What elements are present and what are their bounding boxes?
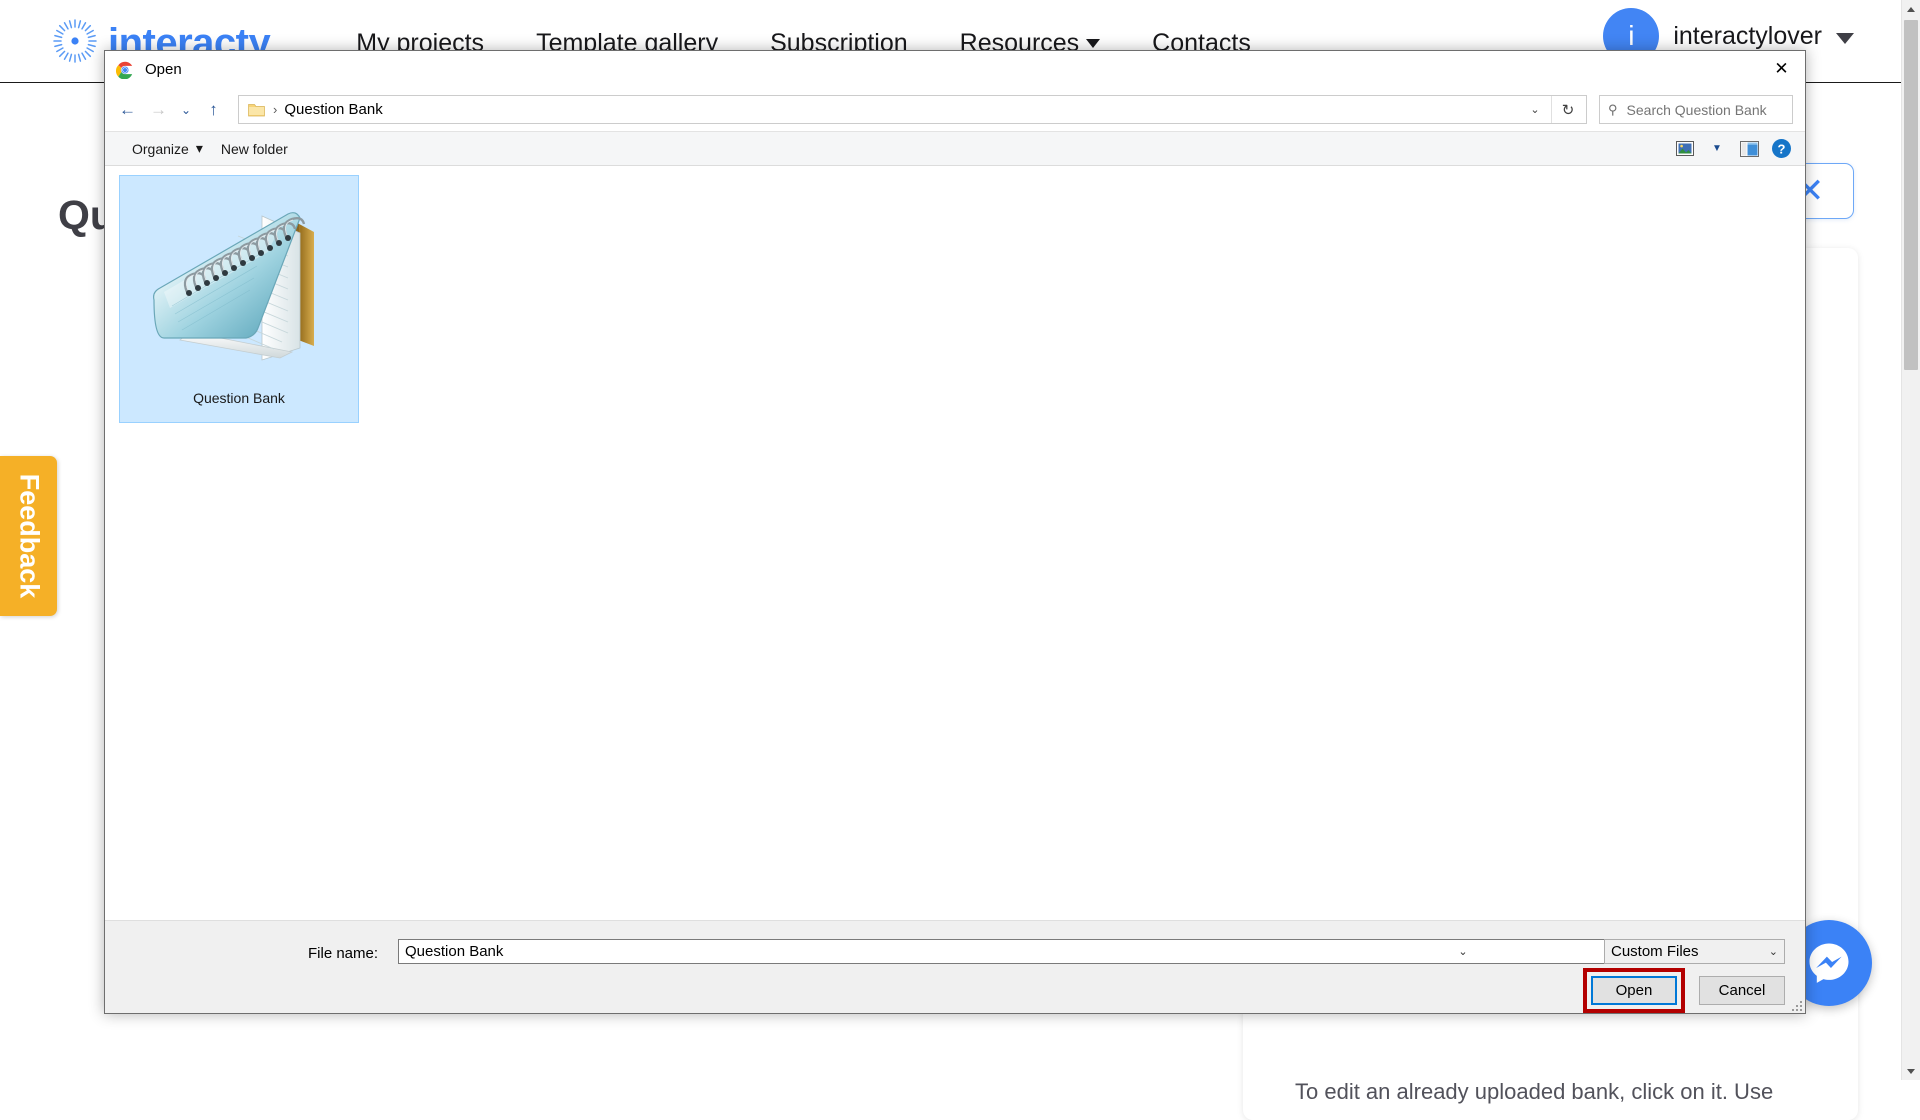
file-type-select[interactable]: Custom Files ⌄: [1604, 939, 1785, 964]
view-options-icon[interactable]: [1671, 137, 1699, 161]
refresh-icon[interactable]: ↻: [1551, 96, 1584, 123]
file-name-dropdown-icon[interactable]: ⌄: [1454, 940, 1472, 963]
file-name-label: Question Bank: [193, 390, 285, 406]
chevron-down-icon[interactable]: ⌄: [1524, 96, 1546, 123]
new-folder-button[interactable]: New folder: [212, 137, 297, 161]
dialog-footer: File name: ⌄ Custom Files ⌄ Open Cancel: [105, 920, 1805, 1013]
chevron-down-icon: [1836, 33, 1854, 44]
notepad-file-icon: [142, 188, 337, 376]
organize-label: Organize: [132, 141, 189, 157]
chevron-down-icon: ▾: [196, 140, 203, 157]
up-button[interactable]: ↑: [199, 95, 228, 124]
search-box[interactable]: ⚲: [1599, 95, 1793, 124]
scrollbar-thumb[interactable]: [1904, 20, 1918, 370]
chevron-down-icon[interactable]: ▼: [1703, 137, 1731, 161]
file-type-value: Custom Files: [1611, 943, 1699, 960]
dialog-titlebar: Open ✕: [105, 51, 1805, 88]
breadcrumb-path: Question Bank: [284, 101, 382, 118]
file-name-field-label: File name:: [308, 945, 378, 962]
toolbar-right-group: ▼ ?: [1671, 132, 1795, 165]
back-button[interactable]: ←: [113, 95, 142, 124]
scroll-down-icon[interactable]: [1902, 1062, 1920, 1080]
close-icon[interactable]: ✕: [1758, 51, 1805, 85]
search-input[interactable]: [1625, 101, 1779, 119]
page-scrollbar[interactable]: [1901, 0, 1920, 1080]
resize-grip[interactable]: [1790, 999, 1802, 1011]
cancel-button[interactable]: Cancel: [1699, 976, 1785, 1005]
file-item-question-bank[interactable]: Question Bank: [119, 175, 359, 423]
new-folder-label: New folder: [221, 141, 288, 157]
file-name-input[interactable]: [398, 939, 1695, 964]
svg-text:?: ?: [1777, 141, 1785, 156]
file-list-area[interactable]: Question Bank: [105, 166, 1805, 920]
feedback-label: Feedback: [13, 474, 44, 599]
radial-burst-icon: [52, 18, 98, 64]
open-button[interactable]: Open: [1591, 976, 1677, 1005]
feedback-tab[interactable]: Feedback: [0, 456, 57, 616]
messenger-bolt-icon: [1803, 937, 1855, 989]
scroll-up-icon[interactable]: [1902, 0, 1920, 18]
chevron-down-icon: [1086, 39, 1100, 48]
search-icon: ⚲: [1608, 102, 1618, 118]
dialog-title: Open: [145, 61, 182, 78]
chevron-down-icon: ⌄: [1769, 945, 1778, 958]
dialog-navbar: ← → ⌄ ↑ › Question Bank ⌄ ↻ ⚲: [105, 88, 1805, 131]
organize-button[interactable]: Organize ▾: [123, 136, 212, 161]
breadcrumb-separator: ›: [273, 102, 277, 117]
dialog-toolbar: Organize ▾ New folder ▼: [105, 131, 1805, 166]
preview-pane-icon[interactable]: [1735, 137, 1763, 161]
chrome-icon: [116, 61, 134, 79]
info-panel-hint: To edit an already uploaded bank, click …: [1295, 1076, 1824, 1108]
breadcrumb[interactable]: › Question Bank ⌄ ↻: [238, 95, 1587, 124]
user-name: interactylover: [1673, 22, 1822, 51]
file-open-dialog: Open ✕ ← → ⌄ ↑ › Question Bank ⌄ ↻ ⚲ Org…: [104, 50, 1806, 1014]
help-icon[interactable]: ?: [1767, 137, 1795, 161]
recent-locations-button[interactable]: ⌄: [175, 95, 197, 124]
forward-button: →: [144, 95, 173, 124]
folder-icon: [248, 102, 265, 117]
